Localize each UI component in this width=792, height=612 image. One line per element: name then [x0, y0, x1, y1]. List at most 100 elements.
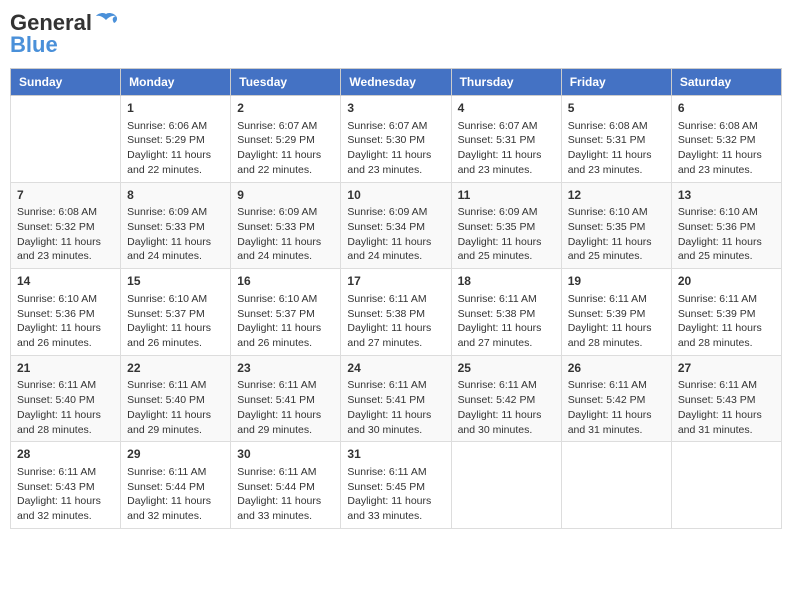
day-number: 2 [237, 100, 334, 117]
day-number: 30 [237, 446, 334, 463]
calendar-table: SundayMondayTuesdayWednesdayThursdayFrid… [10, 68, 782, 529]
calendar-cell: 25Sunrise: 6:11 AM Sunset: 5:42 PM Dayli… [451, 355, 561, 442]
day-number: 9 [237, 187, 334, 204]
calendar-cell: 24Sunrise: 6:11 AM Sunset: 5:41 PM Dayli… [341, 355, 451, 442]
calendar-cell: 31Sunrise: 6:11 AM Sunset: 5:45 PM Dayli… [341, 442, 451, 529]
day-info: Sunrise: 6:11 AM Sunset: 5:39 PM Dayligh… [568, 292, 665, 351]
day-info: Sunrise: 6:08 AM Sunset: 5:32 PM Dayligh… [17, 205, 114, 264]
day-number: 16 [237, 273, 334, 290]
calendar-cell: 18 Sunrise: 6:11 AM Sunset: 5:38 PM Dayli… [451, 269, 561, 356]
day-number: 20 [678, 273, 775, 290]
day-info: Sunrise: 6:10 AM Sunset: 5:36 PM Dayligh… [17, 292, 114, 351]
calendar-cell: 17 Sunrise: 6:11 AM Sunset: 5:38 PM Dayli… [341, 269, 451, 356]
calendar-cell: 30 Sunrise: 6:11 AM Sunset: 5:44 PM Dayli… [231, 442, 341, 529]
calendar-cell: 29 Sunrise: 6:11 AM Sunset: 5:44 PM Dayli… [121, 442, 231, 529]
logo: General Blue [10, 10, 118, 58]
calendar-cell: 21Sunrise: 6:11 AM Sunset: 5:40 PM Dayli… [11, 355, 121, 442]
calendar-cell: 15 Sunrise: 6:10 AM Sunset: 5:37 PM Dayli… [121, 269, 231, 356]
week-row-4: 21Sunrise: 6:11 AM Sunset: 5:40 PM Dayli… [11, 355, 782, 442]
day-number: 25 [458, 360, 555, 377]
calendar-cell: 1Sunrise: 6:06 AM Sunset: 5:29 PM Daylig… [121, 96, 231, 183]
day-info: Sunrise: 6:11 AM Sunset: 5:39 PM Dayligh… [678, 292, 775, 351]
day-info: Sunrise: 6:09 AM Sunset: 5:33 PM Dayligh… [127, 205, 224, 264]
day-number: 15 [127, 273, 224, 290]
day-info: Sunrise: 6:11 AM Sunset: 5:40 PM Dayligh… [17, 378, 114, 437]
calendar-cell: 8Sunrise: 6:09 AM Sunset: 5:33 PM Daylig… [121, 182, 231, 269]
calendar-cell [671, 442, 781, 529]
column-header-friday: Friday [561, 69, 671, 96]
day-info: Sunrise: 6:11 AM Sunset: 5:43 PM Dayligh… [678, 378, 775, 437]
day-number: 11 [458, 187, 555, 204]
day-number: 3 [347, 100, 444, 117]
day-number: 29 [127, 446, 224, 463]
day-info: Sunrise: 6:11 AM Sunset: 5:38 PM Dayligh… [347, 292, 444, 351]
calendar-cell: 7Sunrise: 6:08 AM Sunset: 5:32 PM Daylig… [11, 182, 121, 269]
day-number: 28 [17, 446, 114, 463]
calendar-cell: 2 Sunrise: 6:07 AM Sunset: 5:29 PM Daylig… [231, 96, 341, 183]
day-number: 12 [568, 187, 665, 204]
week-row-2: 7Sunrise: 6:08 AM Sunset: 5:32 PM Daylig… [11, 182, 782, 269]
calendar-cell: 22Sunrise: 6:11 AM Sunset: 5:40 PM Dayli… [121, 355, 231, 442]
day-info: Sunrise: 6:11 AM Sunset: 5:40 PM Dayligh… [127, 378, 224, 437]
day-number: 8 [127, 187, 224, 204]
logo-bird-icon [94, 12, 118, 30]
calendar-cell: 14 Sunrise: 6:10 AM Sunset: 5:36 PM Dayli… [11, 269, 121, 356]
day-info: Sunrise: 6:11 AM Sunset: 5:41 PM Dayligh… [237, 378, 334, 437]
day-info: Sunrise: 6:09 AM Sunset: 5:34 PM Dayligh… [347, 205, 444, 264]
column-header-wednesday: Wednesday [341, 69, 451, 96]
calendar-cell: 6 Sunrise: 6:08 AM Sunset: 5:32 PM Daylig… [671, 96, 781, 183]
day-info: Sunrise: 6:11 AM Sunset: 5:42 PM Dayligh… [568, 378, 665, 437]
day-info: Sunrise: 6:08 AM Sunset: 5:31 PM Dayligh… [568, 119, 665, 178]
calendar-cell: 20 Sunrise: 6:11 AM Sunset: 5:39 PM Dayli… [671, 269, 781, 356]
day-info: Sunrise: 6:06 AM Sunset: 5:29 PM Dayligh… [127, 119, 224, 178]
calendar-cell: 23Sunrise: 6:11 AM Sunset: 5:41 PM Dayli… [231, 355, 341, 442]
day-info: Sunrise: 6:11 AM Sunset: 5:44 PM Dayligh… [237, 465, 334, 524]
day-number: 26 [568, 360, 665, 377]
day-info: Sunrise: 6:11 AM Sunset: 5:43 PM Dayligh… [17, 465, 114, 524]
day-info: Sunrise: 6:07 AM Sunset: 5:29 PM Dayligh… [237, 119, 334, 178]
day-info: Sunrise: 6:10 AM Sunset: 5:37 PM Dayligh… [127, 292, 224, 351]
day-number: 18 [458, 273, 555, 290]
day-info: Sunrise: 6:07 AM Sunset: 5:30 PM Dayligh… [347, 119, 444, 178]
day-info: Sunrise: 6:10 AM Sunset: 5:35 PM Dayligh… [568, 205, 665, 264]
calendar-cell: 12Sunrise: 6:10 AM Sunset: 5:35 PM Dayli… [561, 182, 671, 269]
day-info: Sunrise: 6:11 AM Sunset: 5:38 PM Dayligh… [458, 292, 555, 351]
column-header-sunday: Sunday [11, 69, 121, 96]
day-number: 5 [568, 100, 665, 117]
page-header: General Blue [10, 10, 782, 58]
calendar-cell [451, 442, 561, 529]
day-number: 17 [347, 273, 444, 290]
day-number: 6 [678, 100, 775, 117]
day-number: 24 [347, 360, 444, 377]
day-number: 19 [568, 273, 665, 290]
day-info: Sunrise: 6:09 AM Sunset: 5:35 PM Dayligh… [458, 205, 555, 264]
calendar-cell [561, 442, 671, 529]
day-info: Sunrise: 6:10 AM Sunset: 5:37 PM Dayligh… [237, 292, 334, 351]
day-number: 14 [17, 273, 114, 290]
day-info: Sunrise: 6:09 AM Sunset: 5:33 PM Dayligh… [237, 205, 334, 264]
column-header-tuesday: Tuesday [231, 69, 341, 96]
week-row-5: 28 Sunrise: 6:11 AM Sunset: 5:43 PM Dayli… [11, 442, 782, 529]
day-number: 13 [678, 187, 775, 204]
day-number: 31 [347, 446, 444, 463]
calendar-cell [11, 96, 121, 183]
calendar-cell: 28 Sunrise: 6:11 AM Sunset: 5:43 PM Dayli… [11, 442, 121, 529]
calendar-cell: 16 Sunrise: 6:10 AM Sunset: 5:37 PM Dayli… [231, 269, 341, 356]
calendar-cell: 10Sunrise: 6:09 AM Sunset: 5:34 PM Dayli… [341, 182, 451, 269]
day-info: Sunrise: 6:11 AM Sunset: 5:42 PM Dayligh… [458, 378, 555, 437]
day-number: 7 [17, 187, 114, 204]
logo-blue-text: Blue [10, 32, 58, 58]
calendar-cell: 5 Sunrise: 6:08 AM Sunset: 5:31 PM Daylig… [561, 96, 671, 183]
calendar-cell: 26Sunrise: 6:11 AM Sunset: 5:42 PM Dayli… [561, 355, 671, 442]
day-info: Sunrise: 6:08 AM Sunset: 5:32 PM Dayligh… [678, 119, 775, 178]
day-number: 22 [127, 360, 224, 377]
day-info: Sunrise: 6:11 AM Sunset: 5:44 PM Dayligh… [127, 465, 224, 524]
calendar-cell: 11Sunrise: 6:09 AM Sunset: 5:35 PM Dayli… [451, 182, 561, 269]
day-number: 21 [17, 360, 114, 377]
calendar-cell: 3 Sunrise: 6:07 AM Sunset: 5:30 PM Daylig… [341, 96, 451, 183]
day-number: 10 [347, 187, 444, 204]
column-header-thursday: Thursday [451, 69, 561, 96]
day-info: Sunrise: 6:11 AM Sunset: 5:41 PM Dayligh… [347, 378, 444, 437]
calendar-cell: 4Sunrise: 6:07 AM Sunset: 5:31 PM Daylig… [451, 96, 561, 183]
calendar-cell: 13Sunrise: 6:10 AM Sunset: 5:36 PM Dayli… [671, 182, 781, 269]
